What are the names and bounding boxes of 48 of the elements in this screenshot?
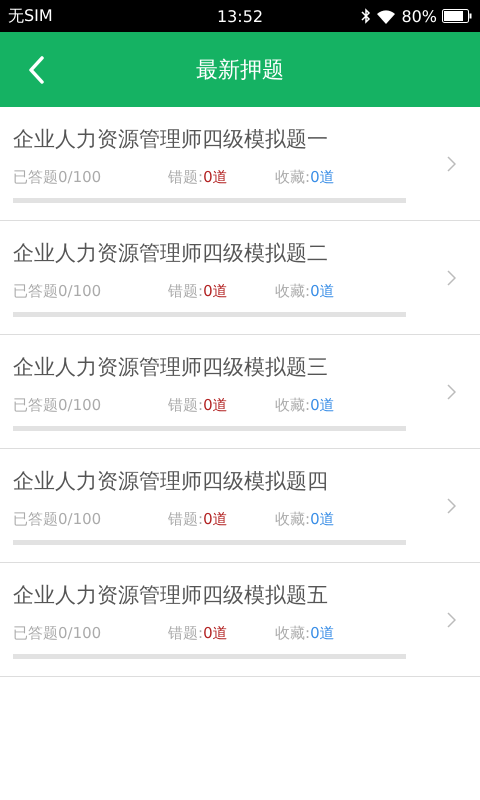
bluetooth-icon <box>361 8 372 24</box>
favorite-count: 0道 <box>310 510 335 528</box>
battery-icon <box>442 9 472 23</box>
wifi-icon <box>376 8 396 24</box>
wrong-count: 0道 <box>203 282 228 300</box>
exam-list-item[interactable]: 企业人力资源管理师四级模拟题三 已答题0/100 错题:0道 收藏:0道 <box>0 335 480 449</box>
favorite-label: 收藏: <box>275 168 310 186</box>
favorite-label: 收藏: <box>275 510 310 528</box>
page-title: 最新押题 <box>196 56 284 84</box>
exam-title: 企业人力资源管理师四级模拟题二 <box>13 240 329 266</box>
favorite-label: 收藏: <box>275 396 310 414</box>
exam-list-item[interactable]: 企业人力资源管理师四级模拟题五 已答题0/100 错题:0道 收藏:0道 <box>0 563 480 677</box>
chevron-right-icon <box>447 498 456 514</box>
exam-title: 企业人力资源管理师四级模拟题一 <box>13 126 329 152</box>
clock: 13:52 <box>216 6 264 26</box>
answered-count: 已答题0/100 <box>13 168 102 186</box>
answered-count: 已答题0/100 <box>13 510 102 528</box>
wrong-label: 错题: <box>168 510 204 528</box>
answered-count: 已答题0/100 <box>13 624 102 642</box>
wrong-count: 0道 <box>203 168 228 186</box>
favorite-label: 收藏: <box>275 624 310 642</box>
chevron-right-icon <box>447 270 456 286</box>
wrong-count: 0道 <box>203 396 228 414</box>
back-icon[interactable] <box>28 56 44 84</box>
wrong-label: 错题: <box>168 396 204 414</box>
wrong-count: 0道 <box>203 624 228 642</box>
exam-list-item[interactable]: 企业人力资源管理师四级模拟题四 已答题0/100 错题:0道 收藏:0道 <box>0 449 480 563</box>
favorite-label: 收藏: <box>275 282 310 300</box>
answered-count: 已答题0/100 <box>13 282 102 300</box>
favorite-count: 0道 <box>310 168 335 186</box>
answered-count: 已答题0/100 <box>13 396 102 414</box>
chevron-right-icon <box>447 156 456 172</box>
favorite-count: 0道 <box>310 624 335 642</box>
wrong-label: 错题: <box>168 168 204 186</box>
favorite-count: 0道 <box>310 282 335 300</box>
exam-list-item[interactable]: 企业人力资源管理师四级模拟题一 已答题0/100 错题:0道 收藏:0道 <box>0 107 480 221</box>
chevron-right-icon <box>447 612 456 628</box>
battery-percent: 80% <box>401 6 437 26</box>
favorite-count: 0道 <box>310 396 335 414</box>
chevron-right-icon <box>447 384 456 400</box>
wrong-label: 错题: <box>168 624 204 642</box>
exam-title: 企业人力资源管理师四级模拟题四 <box>13 468 329 494</box>
exam-list-item[interactable]: 企业人力资源管理师四级模拟题二 已答题0/100 错题:0道 收藏:0道 <box>0 221 480 335</box>
carrier-label: 无SIM <box>8 6 53 26</box>
wrong-label: 错题: <box>168 282 204 300</box>
exam-title: 企业人力资源管理师四级模拟题三 <box>13 354 329 380</box>
wrong-count: 0道 <box>203 510 228 528</box>
exam-title: 企业人力资源管理师四级模拟题五 <box>13 582 329 608</box>
